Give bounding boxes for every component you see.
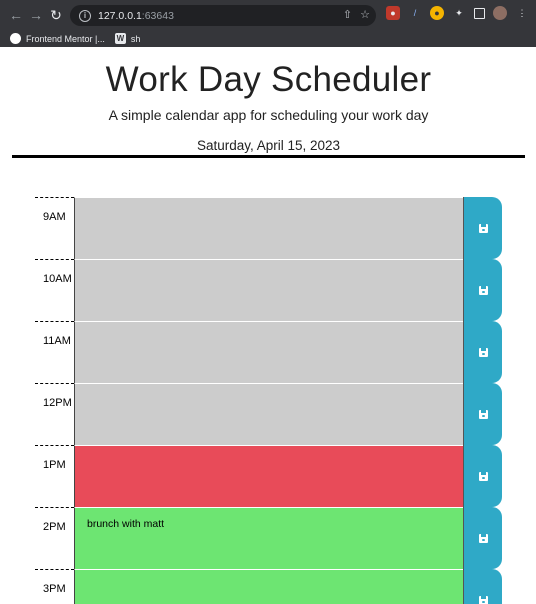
save-button[interactable]	[463, 445, 502, 507]
hour-label: 1PM	[35, 445, 74, 507]
save-button[interactable]	[463, 569, 502, 604]
event-description-input[interactable]	[74, 445, 463, 507]
save-icon	[478, 471, 488, 481]
time-block-row: 10AM	[35, 259, 502, 321]
hour-label: 2PM	[35, 507, 74, 569]
event-description-input[interactable]	[74, 383, 463, 445]
url-host: 127.0.0.1	[98, 9, 142, 22]
bookmarks-bar: Frontend Mentor |... W sh	[0, 30, 536, 47]
pen-extension-icon[interactable]: /	[408, 6, 422, 20]
bookmark-sh[interactable]: W sh	[114, 33, 141, 44]
time-block-row: 3PM	[35, 569, 502, 604]
current-day: Saturday, April 15, 2023	[196, 138, 341, 153]
hour-label: 9AM	[35, 197, 74, 259]
save-button[interactable]	[463, 197, 502, 259]
event-description-input[interactable]: brunch with matt	[74, 507, 463, 569]
puzzle-icon[interactable]: ✦	[452, 6, 466, 20]
bookmark-frontend-mentor[interactable]: Frontend Mentor |...	[10, 33, 105, 44]
extensions-area: ● / ● ✦ ⋮	[386, 6, 529, 20]
url-port: :63643	[141, 9, 174, 22]
reload-icon[interactable]: ↻	[46, 5, 66, 25]
back-arrow-icon[interactable]: ←	[6, 5, 26, 25]
time-block-row: 1PM	[35, 445, 502, 507]
save-button[interactable]	[463, 321, 502, 383]
save-icon	[478, 285, 488, 295]
save-icon	[478, 409, 488, 419]
hour-label: 10AM	[35, 259, 74, 321]
url-text: 127.0.0.1:63643	[98, 10, 174, 22]
bookmark-label: sh	[130, 33, 141, 44]
event-description-input[interactable]	[74, 321, 463, 383]
address-bar[interactable]: i 127.0.0.1:63643 ⇧ ☆	[70, 5, 376, 26]
site-info-icon[interactable]: i	[79, 9, 91, 22]
bookmark-w-icon: W	[114, 33, 126, 44]
save-button[interactable]	[463, 259, 502, 321]
hour-label: 12PM	[35, 383, 74, 445]
time-block-row: 11AM	[35, 321, 502, 383]
save-icon	[478, 223, 488, 233]
save-button[interactable]	[463, 507, 502, 569]
hour-label: 3PM	[35, 569, 74, 604]
share-icon[interactable]: ⇧	[343, 8, 352, 23]
time-block-row: 9AM	[35, 197, 502, 259]
extension-icon[interactable]: ●	[430, 6, 444, 20]
time-block-row: 12PM	[35, 383, 502, 445]
event-description-input[interactable]	[74, 197, 463, 259]
save-button[interactable]	[463, 383, 502, 445]
event-description-input[interactable]	[74, 569, 463, 604]
hour-label: 11AM	[35, 321, 74, 383]
browser-toolbar: ← → ↻ i 127.0.0.1:63643 ⇧ ☆ ● / ● ✦ ⋮	[0, 0, 536, 30]
side-panel-icon[interactable]	[474, 7, 485, 19]
profile-avatar[interactable]	[493, 6, 507, 20]
header-jumbotron: Work Day Scheduler A simple calendar app…	[12, 47, 525, 158]
page-lead: A simple calendar app for scheduling you…	[108, 107, 429, 123]
save-icon	[478, 533, 488, 543]
forward-arrow-icon[interactable]: →	[26, 5, 46, 25]
bookmark-star-icon[interactable]: ☆	[360, 8, 370, 23]
bookmark-label: Frontend Mentor |...	[26, 33, 105, 44]
bookmark-favicon-icon	[10, 33, 21, 44]
menu-kebab-icon[interactable]: ⋮	[515, 6, 529, 20]
browser-chrome: ← → ↻ i 127.0.0.1:63643 ⇧ ☆ ● / ● ✦ ⋮ Fr…	[0, 0, 536, 47]
event-description-input[interactable]	[74, 259, 463, 321]
page-content: Work Day Scheduler A simple calendar app…	[0, 47, 536, 604]
save-icon	[478, 595, 488, 604]
save-icon	[478, 347, 488, 357]
time-block-row: 2PM brunch with matt	[35, 507, 502, 569]
extension-icon[interactable]: ●	[386, 6, 400, 20]
page-title: Work Day Scheduler	[105, 60, 432, 99]
